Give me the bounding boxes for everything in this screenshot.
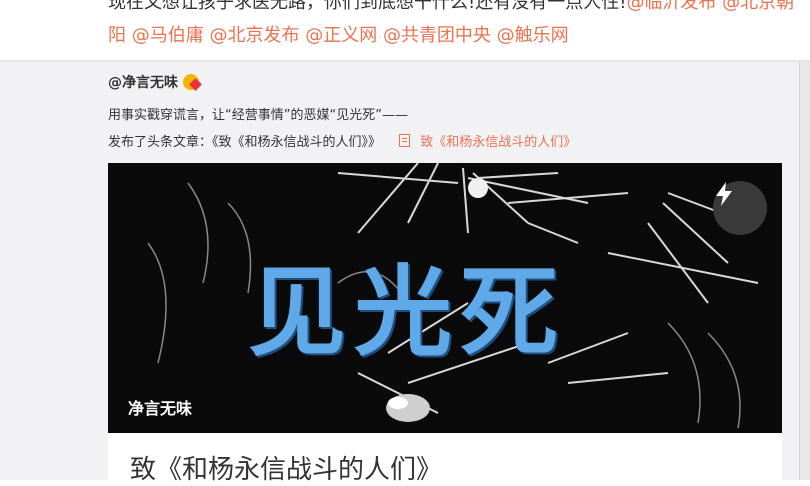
repost-author: @净言无味 <box>108 72 202 92</box>
mention-chule[interactable]: @触乐网 <box>497 25 569 46</box>
mention-gongqingtuan[interactable]: @共青团中央 <box>383 25 491 46</box>
article-title[interactable]: 致《和杨永信战斗的人们》 <box>130 449 442 486</box>
repost-text: 用事实戳穿谎言，让“经营事情”的恶媒“见光死”—— <box>108 108 408 123</box>
mention-ma-boyong[interactable]: @马伯庸 <box>132 25 204 46</box>
scrollbar[interactable] <box>799 62 810 480</box>
post-text: 现在又想让孩子求医无路，你们到底想干什么!还有没有一点人性!@临沂发布 @北京朝… <box>108 0 798 52</box>
flash-button[interactable] <box>713 181 767 235</box>
repost-article-line: 发布了头条文章：《致《和杨永信战斗的人们》》 致《和杨永信战斗的人们》 <box>108 131 576 150</box>
mention-linyi[interactable]: @临沂发布 <box>626 0 716 13</box>
mention-beijing-fabu[interactable]: @北京发布 <box>209 25 299 46</box>
lightning-icon <box>716 182 732 206</box>
repost-author-name[interactable]: @净言无味 <box>108 72 178 92</box>
article-link[interactable]: 致《和杨永信战斗的人们》 <box>420 135 576 150</box>
article-cover-image[interactable]: 见光死 净言无味 <box>108 163 782 433</box>
mention-zhengyi[interactable]: @正义网 <box>305 25 377 46</box>
article-doc-icon <box>399 134 411 147</box>
repost-article-prefix: 发布了头条文章：《致《和杨永信战斗的人们》》 <box>108 135 382 150</box>
cover-title-text: 见光死 <box>248 255 567 370</box>
emoji-heart-eyes-icon <box>182 73 202 91</box>
post-body: 现在又想让孩子求医无路，你们到底想干什么!还有没有一点人性! <box>108 0 627 13</box>
cover-author: 净言无味 <box>128 399 193 418</box>
article-title-bar[interactable]: 致《和杨永信战斗的人们》 <box>108 433 782 485</box>
